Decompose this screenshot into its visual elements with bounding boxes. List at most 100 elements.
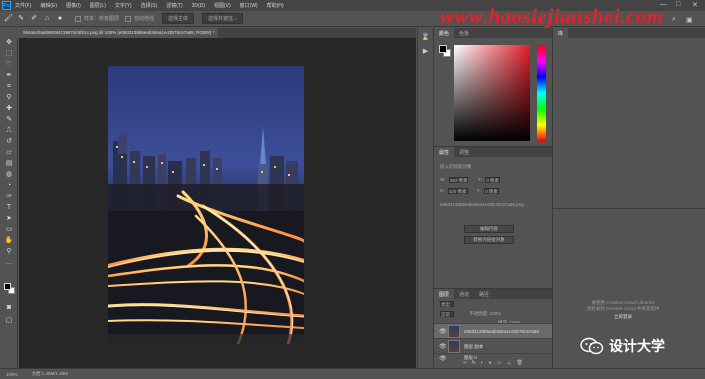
menu-select[interactable]: 选择(S) — [141, 2, 158, 9]
search-icon[interactable]: ⌕ — [672, 16, 676, 24]
add-mask-icon[interactable]: ◐ — [481, 360, 484, 368]
tab-adjustments[interactable]: 调整 — [454, 147, 474, 157]
brand-name: 设计大学 — [609, 339, 665, 355]
menu-filter[interactable]: 滤镜(T) — [166, 2, 182, 9]
history-icon[interactable]: ⌛ — [421, 33, 430, 42]
photoshop-logo: Ps — [2, 1, 11, 10]
menu-file[interactable]: 文件(F) — [15, 2, 31, 9]
menu-edit[interactable]: 编辑(E) — [40, 2, 57, 9]
tab-channels[interactable]: 通道 — [454, 289, 474, 299]
layer-style-icon[interactable]: fx — [472, 360, 476, 368]
marquee-tool-icon[interactable]: ⬚ — [4, 49, 14, 59]
eraser-tool-icon[interactable]: ▱ — [4, 148, 14, 158]
stamp-tool-icon[interactable]: ⎍ — [4, 126, 14, 136]
menu-3d[interactable]: 3D(D) — [192, 3, 205, 9]
actions-icon[interactable]: ▶ — [421, 47, 430, 56]
path-select-tool-icon[interactable]: ➤ — [4, 214, 14, 224]
menu-view[interactable]: 视图(V) — [214, 2, 231, 9]
tab-properties[interactable]: 属性 — [434, 147, 455, 157]
auto-enhance-checkbox[interactable] — [125, 15, 132, 22]
color-picker-field[interactable] — [454, 45, 530, 141]
visibility-eye-icon[interactable]: 👁 — [439, 343, 447, 350]
blend-mode-select[interactable]: 正常 — [440, 311, 454, 317]
panel-foreground-swatch[interactable] — [439, 45, 447, 53]
city-highway-image — [108, 66, 304, 344]
dodge-tool-icon[interactable]: ◔ — [4, 181, 14, 191]
hand-tool-icon[interactable]: ✋ — [4, 236, 14, 246]
pen-tool-icon[interactable]: ✑ — [4, 192, 14, 202]
menu-layer[interactable]: 图层(L) — [90, 2, 106, 9]
libraries-message: 要使用 Creative Cloud Libraries 请登录到 Creati… — [573, 300, 673, 320]
eyedropper-tool-icon[interactable]: ⚲ — [4, 93, 14, 103]
panel-dock: 颜色 色板 属性 调整 嵌入的智能对象 W: 284 像素 X: 0 像素 H:… — [433, 28, 552, 368]
layer-thumbnail — [448, 325, 460, 338]
edit-contents-button[interactable]: 编辑内容 — [464, 225, 514, 233]
status-bar: 100% 文档:1.49M/1.49M — [0, 368, 705, 379]
pen-icon[interactable]: ✎ — [17, 15, 25, 23]
delete-layer-icon[interactable]: 🗑 — [516, 360, 522, 368]
sign-in-link[interactable]: 立即登录 — [573, 314, 673, 320]
move-tool-icon[interactable]: ✥ — [4, 38, 14, 48]
layer-row[interactable]: 👁 e0632139b6eab3dea1e43b78c67a98 — [434, 323, 552, 338]
menu-image[interactable]: 图像(I) — [66, 2, 81, 9]
city-night-photo[interactable] — [108, 66, 304, 344]
quick-select-tool-icon[interactable]: ✒ — [4, 71, 14, 81]
auto-enhance-label: 自动增强 — [134, 16, 155, 22]
tab-libraries[interactable]: 库 — [553, 28, 569, 39]
dot-icon[interactable]: ● — [56, 15, 64, 23]
crop-tool-icon[interactable]: ⌗ — [4, 82, 14, 92]
blur-tool-icon[interactable]: ◍ — [4, 170, 14, 180]
quick-mask-icon[interactable]: ◙ — [4, 303, 14, 313]
tab-swatches[interactable]: 色板 — [454, 28, 474, 38]
properties-panel: 属性 调整 嵌入的智能对象 W: 284 像素 X: 0 像素 H: 426 像… — [434, 146, 552, 288]
convert-to-linked-button[interactable]: 转换为链接对象 — [464, 236, 514, 244]
foreground-color-swatch[interactable] — [4, 283, 11, 290]
lasso-tool-icon[interactable]: ➰ — [4, 60, 14, 70]
shape-tool-icon[interactable]: ▭ — [4, 225, 14, 235]
opacity-control[interactable]: 不透明度: 100% — [469, 311, 501, 316]
document-tab[interactable]: 994a543aa09638421987dc6f81c.png @ 100% (… — [19, 28, 219, 38]
smart-object-title: 嵌入的智能对象 — [440, 164, 472, 169]
brand-watermark: 设计大学 — [580, 336, 665, 356]
document-info: 文档:1.49M/1.49M — [31, 371, 69, 376]
healing-tool-icon[interactable]: ✚ — [4, 104, 14, 114]
canvas-area[interactable] — [19, 38, 416, 368]
new-layer-icon[interactable]: ＋ — [506, 360, 511, 368]
maximize-button[interactable]: □ — [676, 1, 680, 8]
tab-paths[interactable]: 路径 — [474, 289, 494, 299]
tab-layers[interactable]: 图层 — [434, 289, 455, 299]
more-tools-icon[interactable]: … — [4, 258, 14, 268]
adjustment-layer-icon[interactable]: ● — [489, 360, 492, 368]
x-field[interactable]: 0 像素 — [485, 177, 501, 183]
menu-window[interactable]: 窗口(W) — [240, 2, 258, 9]
stamp-icon[interactable]: ⌂ — [43, 15, 51, 23]
zoom-level[interactable]: 100% — [6, 372, 18, 377]
y-field[interactable]: 0 像素 — [484, 188, 499, 194]
menu-type[interactable]: 文字(Y) — [115, 2, 132, 9]
select-subject-button[interactable]: 选择主体 — [162, 13, 195, 24]
menu-help[interactable]: 帮助(H) — [267, 2, 284, 9]
width-field[interactable]: 284 像素 — [448, 177, 469, 183]
layer-filter-select[interactable]: 类型 — [440, 301, 454, 307]
tab-color[interactable]: 颜色 — [434, 28, 455, 38]
new-group-icon[interactable]: ▭ — [497, 360, 502, 368]
visibility-eye-icon[interactable]: 👁 — [439, 328, 447, 335]
linked-file-name: e0632139b6eab3dea1e43b78c67a98.png — [440, 202, 524, 207]
screen-mode-icon[interactable]: ▢ — [4, 316, 14, 326]
layer-row[interactable]: 👁 图层 副本 — [434, 338, 552, 353]
history-brush-tool-icon[interactable]: ↺ — [4, 137, 14, 147]
type-tool-icon[interactable]: T — [4, 203, 14, 213]
link-layers-icon[interactable]: ∞ — [463, 360, 467, 368]
brush-tool-icon[interactable]: ✎ — [4, 115, 14, 125]
width-label: W: — [440, 177, 446, 183]
height-field[interactable]: 426 像素 — [447, 188, 468, 194]
zoom-tool-icon[interactable]: ⚲ — [4, 247, 14, 257]
workspace-icon[interactable]: ▣ — [686, 16, 693, 24]
pencil-icon[interactable]: ✐ — [30, 15, 38, 23]
hue-slider[interactable] — [537, 45, 546, 141]
brush-icon[interactable]: 🖌 — [4, 15, 13, 23]
gradient-tool-icon[interactable]: ▤ — [4, 159, 14, 169]
close-button[interactable]: ✕ — [692, 1, 698, 9]
sample-all-layers-checkbox[interactable] — [75, 15, 81, 22]
select-and-mask-button[interactable]: 选择并遮住... — [202, 13, 244, 24]
